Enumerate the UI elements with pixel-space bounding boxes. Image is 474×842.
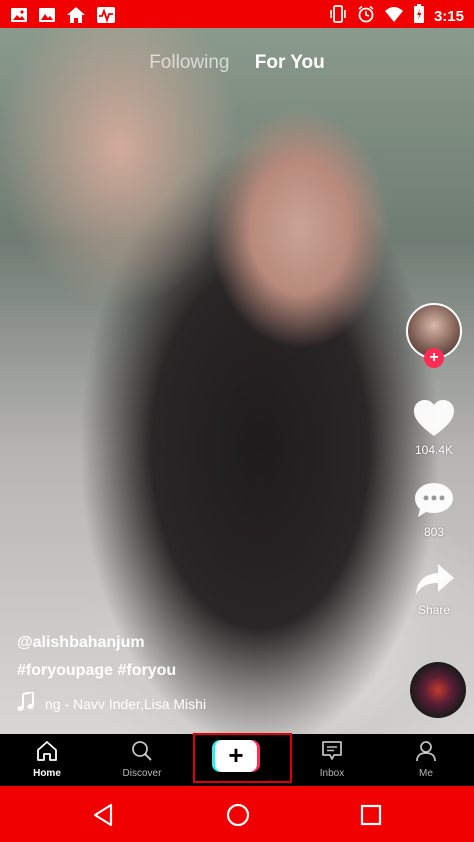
nav-me-label: Me <box>419 768 433 779</box>
home-icon <box>66 5 86 30</box>
image-icon <box>10 6 28 29</box>
music-note-icon <box>17 690 35 715</box>
tab-for-you[interactable]: For You <box>255 52 325 74</box>
nav-home-label: Home <box>33 768 61 779</box>
share-button[interactable]: Share <box>394 560 474 617</box>
music-title: ng - Navv Inder,Lisa Mishi <box>45 695 207 712</box>
nav-discover[interactable]: Discover <box>102 740 182 779</box>
battery-icon <box>413 4 425 29</box>
nav-me[interactable]: Me <box>386 740 466 779</box>
follow-plus-icon[interactable]: + <box>424 348 444 368</box>
heart-icon <box>412 400 456 442</box>
share-icon <box>412 564 456 602</box>
comment-button[interactable]: 803 <box>394 480 474 539</box>
alarm-icon <box>357 5 375 28</box>
back-icon[interactable] <box>91 802 117 833</box>
comment-icon <box>412 483 456 524</box>
music-info[interactable]: ng - Navv Inder,Lisa Mishi <box>17 690 397 715</box>
photo-icon <box>38 6 56 29</box>
music-disc[interactable] <box>410 662 466 718</box>
inbox-icon <box>320 741 344 765</box>
status-bar: 3:15 <box>0 0 474 28</box>
wifi-icon <box>384 5 404 28</box>
feed-tabs: Following For You <box>0 52 474 74</box>
system-nav-bar <box>0 786 474 842</box>
home-icon <box>35 741 59 765</box>
video-player[interactable] <box>0 28 474 734</box>
video-caption: @alishbahanjum #foryoupage #foryou ng - … <box>17 634 397 715</box>
creator-username[interactable]: @alishbahanjum <box>17 634 397 652</box>
nav-home[interactable]: Home <box>7 740 87 779</box>
caption-hashtags[interactable]: #foryoupage #foryou <box>17 662 397 680</box>
clock-time: 3:15 <box>433 8 464 25</box>
profile-icon <box>414 741 438 765</box>
nav-inbox-label: Inbox <box>319 768 345 779</box>
nav-inbox[interactable]: Inbox <box>292 740 372 779</box>
vibrate-icon <box>328 5 348 28</box>
recents-icon[interactable] <box>358 802 384 833</box>
create-button-highlight <box>193 733 292 783</box>
nav-discover-label: Discover <box>122 768 162 779</box>
like-count: 104.4K <box>414 443 454 457</box>
activity-icon <box>96 6 116 29</box>
like-button[interactable]: 104.4K <box>394 398 474 457</box>
home-circle-icon[interactable] <box>225 802 251 833</box>
tab-following[interactable]: Following <box>149 52 229 74</box>
search-icon <box>130 741 154 765</box>
share-label: Share <box>417 603 451 617</box>
comment-count: 803 <box>423 525 445 539</box>
